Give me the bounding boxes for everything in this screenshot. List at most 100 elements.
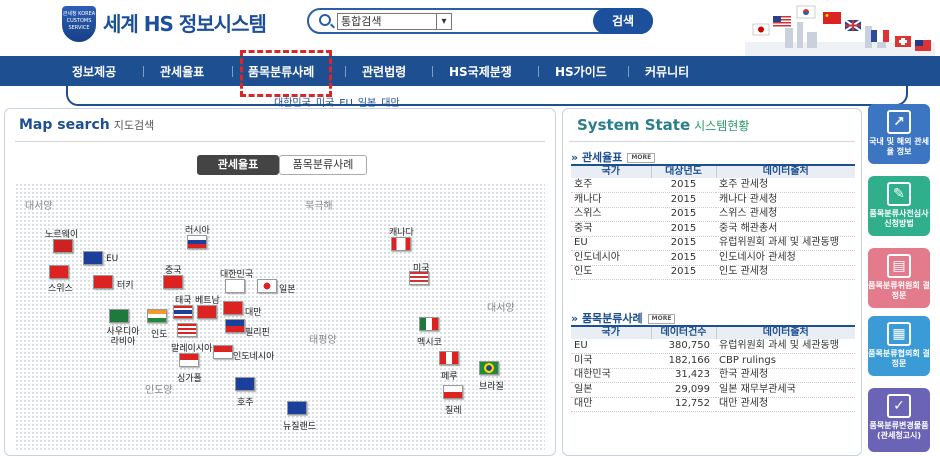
country-label[interactable]: 일본: [279, 282, 296, 295]
country-label[interactable]: 멕시코: [417, 335, 442, 348]
flag-eu[interactable]: [83, 251, 103, 265]
col-header: 국가: [571, 325, 651, 339]
site-logo[interactable]: 세계 HS 정보시스템: [103, 8, 267, 37]
nav-laws[interactable]: 관련법령: [362, 63, 406, 80]
country-label[interactable]: 사우디아라비아: [105, 327, 141, 347]
rulings-more-button[interactable]: MORE: [647, 314, 676, 324]
header: 관세청 KOREA CUSTOMS SERVICE 세계 HS 정보시스템 통합…: [0, 0, 940, 56]
flag-brazil[interactable]: [479, 361, 499, 375]
quick-council-decision-button[interactable]: ▦ 품목분류협의회 결정문: [868, 316, 930, 376]
state-title: System State 시스템현황: [577, 116, 749, 134]
cell-year: 2015: [651, 192, 716, 208]
cell-source: 중국 해관총서: [716, 221, 855, 237]
system-state-panel: System State 시스템현황 » 관세율표 MORE 국가 대상년도 데이터출처…: [562, 108, 862, 456]
subnav-bar: [66, 86, 908, 106]
cell-country: 미국: [571, 353, 651, 369]
cell-source: 일본 재무부관세국: [716, 382, 855, 398]
tab-classification[interactable]: 품목분류사례: [279, 155, 367, 175]
table-row: EU 2015 유럽위원회 과세 및 세관동맹: [571, 236, 855, 251]
country-label[interactable]: 캐나다: [389, 225, 414, 238]
quick-change-notice-button[interactable]: ✓ 품목분류변경물품 (관세청고시): [868, 388, 930, 452]
tariff-table: 국가 대상년도 데이터출처 호주 2015 호주 관세청 캐나다 2015 캐나다 관세청 …: [571, 164, 855, 280]
country-label[interactable]: 인도: [151, 327, 168, 340]
quick-label: 품목분류협의회 결정문: [868, 349, 930, 368]
cell-source: 인도 관세청: [716, 265, 855, 280]
country-label[interactable]: 대만: [245, 305, 262, 318]
nav-separator: [232, 66, 233, 77]
flag-russia[interactable]: [187, 235, 207, 249]
col-header: 국가: [571, 164, 651, 178]
customs-emblem[interactable]: 관세청 KOREA CUSTOMS SERVICE: [62, 6, 96, 42]
flag-thailand[interactable]: [173, 305, 193, 319]
quick-tariff-info-button[interactable]: ↗ 국내 및 해외 관세율 정보: [868, 104, 930, 164]
search-button[interactable]: 검색: [593, 8, 653, 34]
flag-korea[interactable]: [225, 279, 245, 293]
country-label[interactable]: 노르웨이: [45, 227, 78, 240]
cell-year: 2015: [651, 250, 716, 266]
flag-mexico[interactable]: [419, 317, 439, 331]
flag-china[interactable]: [163, 275, 183, 289]
table-row: 캐나다 2015 캐나다 관세청: [571, 192, 855, 208]
col-header: 데이터출처: [715, 164, 855, 178]
pencil-icon: ✎: [887, 182, 911, 206]
flag-indonesia[interactable]: [213, 345, 233, 359]
flag-turkey[interactable]: [93, 275, 113, 289]
flag-singapore[interactable]: [179, 353, 199, 367]
country-label[interactable]: 싱가폴: [177, 371, 202, 384]
tab-tariff[interactable]: 관세율표: [197, 155, 279, 175]
flag-switzerland[interactable]: [49, 265, 69, 279]
flag-vietnam[interactable]: [197, 305, 217, 319]
ocean-label: 대서양: [487, 303, 515, 314]
nav-separator: [345, 66, 346, 77]
country-label[interactable]: 칠레: [445, 403, 462, 416]
flag-norway[interactable]: [53, 239, 73, 253]
nav-guide[interactable]: HS가이드: [555, 63, 607, 80]
country-label[interactable]: 태국: [175, 293, 192, 306]
cell-source: 유럽위원회 과세 및 세관동맹: [716, 236, 855, 251]
flag-peru[interactable]: [439, 351, 459, 365]
flag-canada[interactable]: [391, 237, 411, 251]
country-label[interactable]: 미국: [413, 261, 430, 274]
flag-japan[interactable]: [257, 279, 277, 293]
cell-source: 한국 관세청: [716, 368, 855, 383]
flag-new-zealand[interactable]: [287, 401, 307, 415]
flag-philippines[interactable]: [225, 319, 245, 333]
nav-disputes[interactable]: HS국제분쟁: [449, 63, 512, 80]
country-label[interactable]: 베트남: [195, 293, 220, 306]
cell-year: 2015: [651, 178, 716, 193]
flag-australia[interactable]: [235, 377, 255, 391]
country-label[interactable]: EU: [106, 254, 118, 264]
nav-tariff[interactable]: 관세율표: [160, 63, 204, 80]
flag-taiwan[interactable]: [223, 301, 243, 315]
flag-india[interactable]: [147, 309, 167, 323]
cell-count: 182,166: [651, 353, 716, 369]
cell-country: 호주: [571, 178, 651, 193]
flag-malaysia[interactable]: [177, 323, 197, 337]
quick-advance-ruling-button[interactable]: ✎ 품목분류사전심사 신청방법: [868, 176, 930, 236]
table-row: 스위스 2015 스위스 관세청: [571, 207, 855, 222]
flag-saudi-arabia[interactable]: [109, 309, 129, 323]
nav-separator: [538, 66, 539, 77]
country-label[interactable]: 브라질: [479, 379, 504, 392]
country-label[interactable]: 호주: [237, 395, 254, 408]
country-label[interactable]: 필리핀: [245, 325, 270, 338]
country-label[interactable]: 터키: [117, 278, 134, 291]
country-label[interactable]: 대한민국: [220, 267, 253, 280]
chart-icon: ↗: [887, 110, 911, 134]
flag-chile[interactable]: [443, 385, 463, 399]
tariff-more-button[interactable]: MORE: [627, 153, 656, 163]
nav-info[interactable]: 정보제공: [72, 63, 116, 80]
country-label[interactable]: 스위스: [48, 281, 73, 294]
nav-community[interactable]: 커뮤니티: [645, 63, 689, 80]
cell-country: 대만: [571, 397, 651, 412]
search-box: 통합검색 검색: [307, 8, 653, 34]
quick-label: 품목분류변경물품 (관세청고시): [869, 421, 929, 440]
divider: [15, 141, 545, 142]
country-label[interactable]: 뉴질랜드: [283, 419, 316, 432]
country-label[interactable]: 인도네시아: [233, 349, 274, 362]
search-scope-select[interactable]: 통합검색: [337, 13, 452, 30]
country-label[interactable]: 중국: [165, 263, 182, 276]
country-label[interactable]: 페루: [441, 369, 458, 382]
quick-committee-decision-button[interactable]: ▤ 품목분류위원회 결정문: [868, 248, 930, 308]
country-label[interactable]: 러시아: [185, 223, 210, 236]
